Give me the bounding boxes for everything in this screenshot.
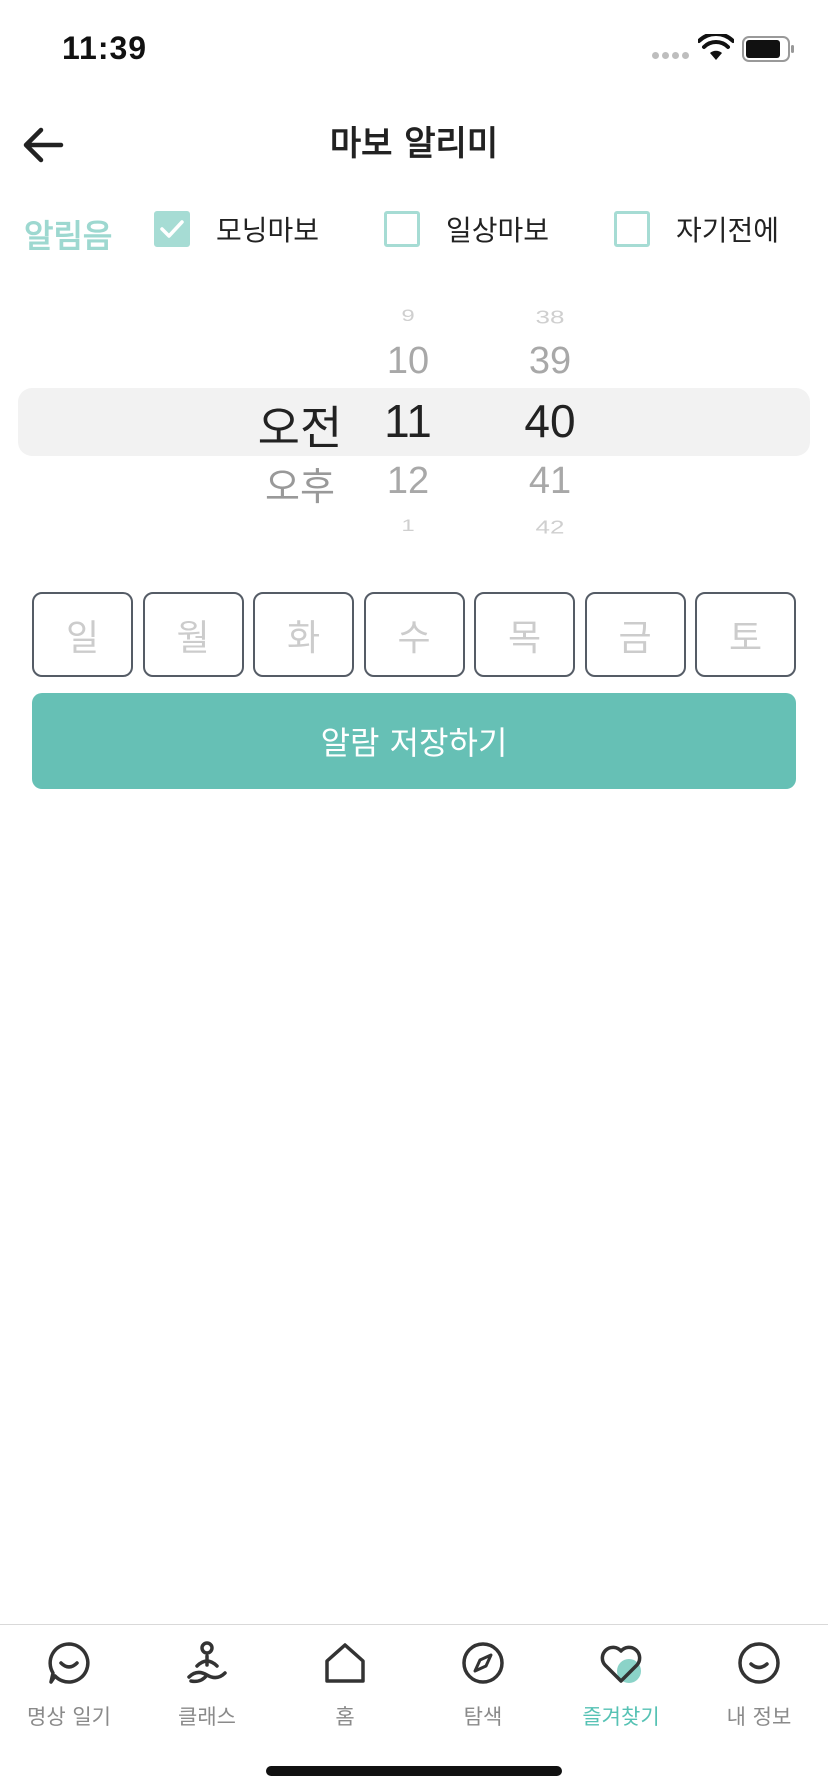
tab-label: 탐색 [463, 1705, 503, 1729]
heart-icon [600, 1645, 642, 1683]
day-button-thu[interactable]: 목 [474, 592, 575, 677]
tab-meditation-diary[interactable]: 명상 일기 [0, 1639, 138, 1749]
status-bar: 11:39 [0, 0, 828, 100]
wifi-icon [698, 34, 734, 60]
status-time: 11:39 [62, 30, 148, 66]
hour-item-selected[interactable]: 11 [358, 394, 458, 448]
tab-favorites[interactable]: 즐겨찾기 [552, 1639, 690, 1749]
sound-option-label: 일상마보 [446, 214, 550, 247]
minute-column[interactable]: 38 39 40 41 42 [500, 290, 600, 550]
alarm-sound-row: 알림음 모닝마보 일상마보 자기전에 [0, 205, 828, 255]
day-button-mon[interactable]: 월 [142, 592, 244, 677]
save-alarm-button[interactable]: 알람 저장하기 [32, 693, 796, 789]
tab-label: 홈 [335, 1705, 355, 1729]
hour-item[interactable]: 10 [358, 340, 458, 383]
cellular-signal-icon [652, 52, 689, 59]
minute-item[interactable]: 38 [500, 307, 600, 329]
weekday-selector: 일 월 화 수 목 금 토 [32, 592, 796, 677]
day-button-wed[interactable]: 수 [363, 592, 465, 677]
ampm-column[interactable]: 오전 오후 [240, 290, 360, 550]
sound-option-daily[interactable]: 일상마보 [384, 209, 549, 249]
hour-item[interactable]: 1 [358, 516, 458, 536]
tab-home[interactable]: 홈 [276, 1639, 414, 1749]
day-button-tue[interactable]: 화 [253, 592, 354, 677]
sound-option-bedtime[interactable]: 자기전에 [614, 209, 779, 249]
page-title: 마보 알리미 [329, 124, 499, 164]
hour-item[interactable]: 9 [358, 306, 458, 326]
minute-item[interactable]: 41 [500, 460, 600, 503]
tab-label: 명상 일기 [27, 1705, 111, 1729]
time-picker[interactable]: 오전 오후 9 10 11 12 1 38 39 40 41 42 [0, 290, 828, 550]
minute-item-selected[interactable]: 40 [500, 394, 600, 448]
chat-smile-icon [48, 1642, 90, 1684]
day-button-fri[interactable]: 금 [584, 592, 686, 677]
alarm-sound-label: 알림음 [24, 217, 113, 255]
smile-face-icon [738, 1642, 780, 1684]
home-indicator [266, 1766, 562, 1776]
header: 마보 알리미 [0, 100, 828, 190]
tab-label: 클래스 [178, 1705, 236, 1729]
check-icon [160, 220, 184, 238]
tab-label: 즐겨찾기 [582, 1705, 660, 1729]
sound-option-label: 자기전에 [676, 214, 780, 247]
day-button-sat[interactable]: 토 [695, 592, 796, 677]
compass-icon [462, 1642, 504, 1684]
tab-my-info[interactable]: 내 정보 [690, 1639, 828, 1749]
sound-option-morning[interactable]: 모닝마보 [154, 209, 319, 249]
minute-item[interactable]: 39 [500, 340, 600, 383]
tab-label: 내 정보 [726, 1705, 792, 1729]
checkbox-unchecked[interactable] [614, 211, 650, 247]
day-button-sun[interactable]: 일 [32, 592, 133, 677]
hour-item[interactable]: 12 [358, 460, 458, 503]
meditation-person-icon [187, 1641, 227, 1684]
tab-class[interactable]: 클래스 [138, 1639, 276, 1749]
home-icon [325, 1643, 365, 1683]
sound-option-label: 모닝마보 [216, 214, 320, 247]
battery-icon [742, 36, 794, 62]
minute-item[interactable]: 42 [500, 517, 600, 539]
hour-column[interactable]: 9 10 11 12 1 [358, 290, 458, 550]
checkbox-unchecked[interactable] [384, 211, 420, 247]
tab-explore[interactable]: 탐색 [414, 1639, 552, 1749]
ampm-item[interactable]: 오후 [240, 456, 360, 511]
checkbox-checked[interactable] [154, 211, 190, 247]
ampm-item-selected[interactable]: 오전 [240, 392, 360, 458]
